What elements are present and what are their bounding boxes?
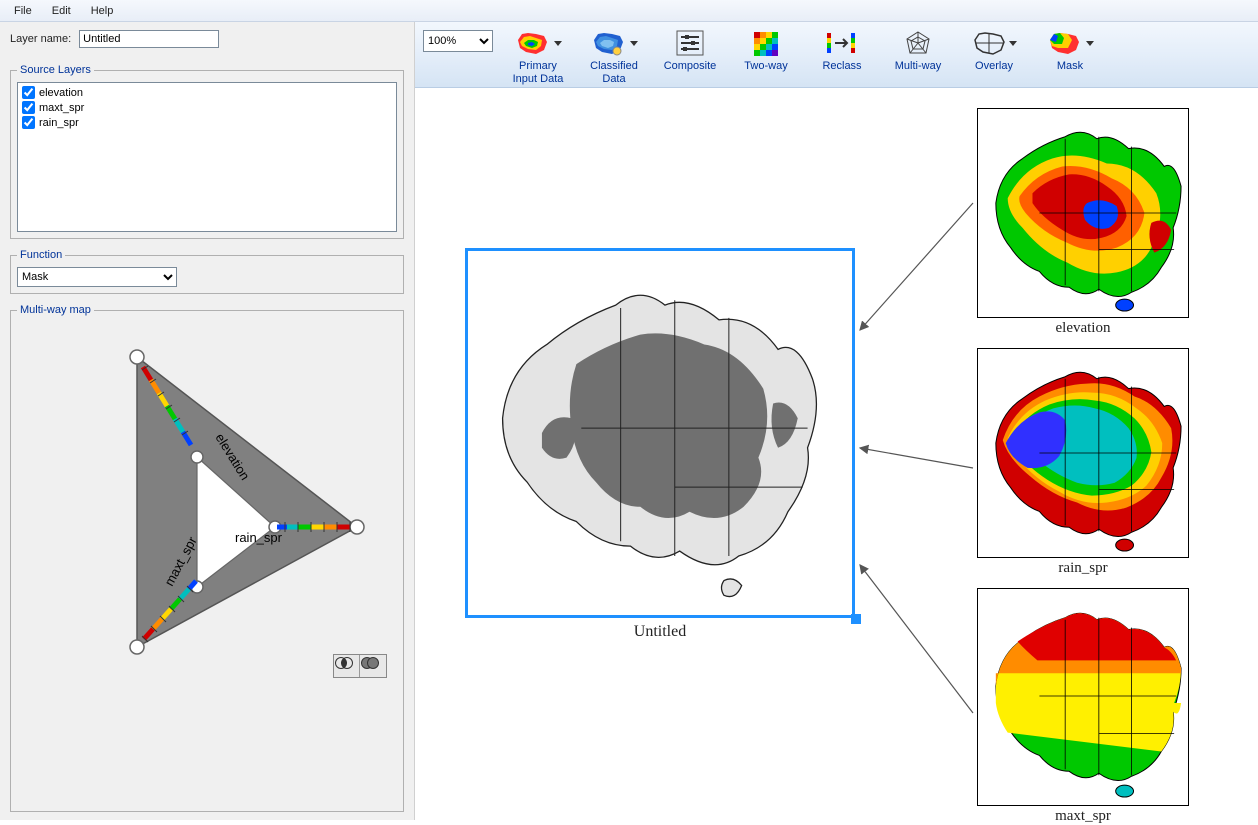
chevron-down-icon (1009, 41, 1017, 46)
venn-mode-toggle (333, 654, 387, 678)
menu-file[interactable]: File (4, 2, 42, 20)
workspace[interactable]: Untitled elevation (415, 88, 1258, 820)
function-legend: Function (17, 249, 65, 261)
layer-label: elevation (39, 87, 83, 99)
multiway-fieldset: Multi-way map (10, 304, 404, 812)
tool-label: Mask (1057, 60, 1083, 73)
tool-label: Classified Data (583, 60, 645, 85)
menu-help[interactable]: Help (81, 2, 124, 20)
toolbar: 100% Primary Input Data (415, 22, 1258, 88)
left-panel: Layer name: Source Layers elevation maxt… (0, 22, 415, 820)
layer-name-label: Layer name: (10, 33, 71, 45)
menubar: File Edit Help (0, 0, 1258, 22)
twoway-button[interactable]: Two-way (735, 26, 797, 73)
chevron-down-icon (1086, 41, 1094, 46)
list-item[interactable]: rain_spr (20, 115, 394, 130)
zoom-select[interactable]: 100% (423, 30, 493, 52)
classified-data-button[interactable]: Classified Data (583, 26, 645, 85)
venn-union-button[interactable] (360, 655, 386, 677)
chevron-down-icon (630, 41, 638, 46)
tool-label: Multi-way (895, 60, 941, 73)
composite-button[interactable]: Composite (659, 26, 721, 73)
reclass-icon (825, 29, 859, 57)
chevron-down-icon (554, 41, 562, 46)
color-grid-icon (751, 29, 781, 57)
triangle-label-rain: rain_spr (235, 530, 283, 545)
input-node-rain[interactable] (977, 348, 1189, 558)
mask-button[interactable]: Mask (1039, 26, 1101, 73)
output-map-image (468, 251, 852, 615)
venn-intersect-button[interactable] (334, 655, 360, 677)
input-node-elevation[interactable] (977, 108, 1189, 318)
list-item[interactable]: maxt_spr (20, 100, 394, 115)
australia-rainbow-icon (514, 28, 550, 58)
list-item[interactable]: elevation (20, 85, 394, 100)
tool-label: Primary Input Data (507, 60, 569, 85)
tool-label: Two-way (744, 60, 787, 73)
canvas-area: 100% Primary Input Data (415, 22, 1258, 820)
primary-input-data-button[interactable]: Primary Input Data (507, 26, 569, 85)
australia-outline-icon (971, 28, 1005, 58)
overlay-button[interactable]: Overlay (963, 26, 1025, 73)
tool-label: Composite (664, 60, 717, 73)
menu-edit[interactable]: Edit (42, 2, 81, 20)
multiway-legend: Multi-way map (17, 304, 94, 316)
australia-mask-icon (1046, 28, 1082, 58)
input-label-elevation: elevation (977, 320, 1189, 337)
layer-checkbox-elevation[interactable] (22, 86, 35, 99)
layer-name-input[interactable] (79, 30, 219, 48)
elevation-map-image (978, 109, 1188, 317)
input-node-maxt[interactable] (977, 588, 1189, 806)
rain-map-image (978, 349, 1188, 557)
multiway-button[interactable]: Multi-way (887, 26, 949, 73)
spiderweb-icon (903, 29, 933, 57)
layer-label: maxt_spr (39, 102, 84, 114)
source-layers-legend: Source Layers (17, 64, 94, 76)
multiway-map[interactable]: elevation rain_spr maxt_spr (17, 322, 397, 682)
source-layers-fieldset: Source Layers elevation maxt_spr rain_sp… (10, 64, 404, 239)
sliders-icon (675, 29, 705, 57)
reclass-button[interactable]: Reclass (811, 26, 873, 73)
input-label-rain: rain_spr (977, 560, 1189, 577)
output-map-label: Untitled (465, 623, 855, 641)
tool-label: Overlay (975, 60, 1013, 73)
output-map-node[interactable] (465, 248, 855, 618)
australia-classified-icon (590, 28, 626, 58)
function-select[interactable]: Mask (17, 267, 177, 287)
maxt-map-image (978, 589, 1188, 805)
tool-label: Reclass (822, 60, 861, 73)
input-label-maxt: maxt_spr (977, 808, 1189, 825)
layer-label: rain_spr (39, 117, 79, 129)
source-layers-list[interactable]: elevation maxt_spr rain_spr (17, 82, 397, 232)
function-fieldset: Function Mask (10, 249, 404, 294)
layer-checkbox-maxt[interactable] (22, 101, 35, 114)
layer-checkbox-rain[interactable] (22, 116, 35, 129)
